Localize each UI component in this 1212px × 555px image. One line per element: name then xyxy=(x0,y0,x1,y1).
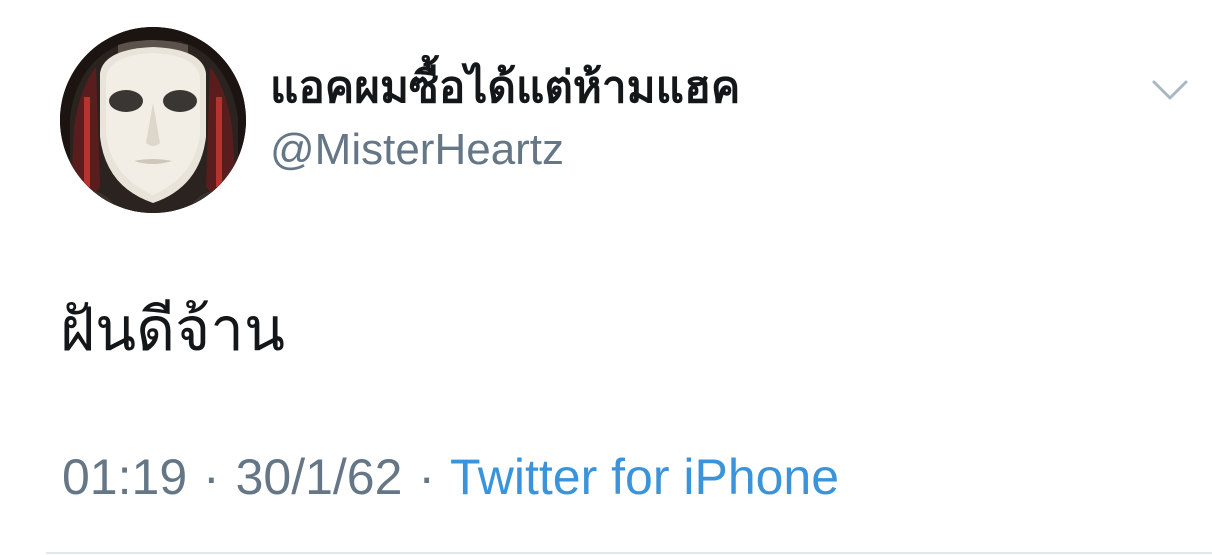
tweet-source-link[interactable]: Twitter for iPhone xyxy=(450,449,839,505)
author-handle[interactable]: @MisterHeartz xyxy=(270,122,564,178)
mask-avatar-image xyxy=(60,27,246,213)
meta-separator: · xyxy=(418,449,435,505)
tweet-card: แอคผมซื้อได้แต่ห้ามแฮค @MisterHeartz ฝัน… xyxy=(0,0,1212,555)
meta-separator: · xyxy=(203,449,220,505)
avatar[interactable] xyxy=(60,27,246,213)
tweet-date[interactable]: 30/1/62 xyxy=(236,449,403,505)
tweet-time[interactable]: 01:19 xyxy=(62,449,187,505)
divider xyxy=(46,552,1212,554)
chevron-down-icon xyxy=(1152,80,1188,100)
tweet-meta: 01:19 · 30/1/62 · Twitter for iPhone xyxy=(62,446,839,508)
tweet-menu-button[interactable] xyxy=(1150,76,1190,104)
author-display-name[interactable]: แอคผมซื้อได้แต่ห้ามแฮค xyxy=(270,60,740,116)
tweet-text: ฝันดีจ้าน xyxy=(60,296,285,363)
